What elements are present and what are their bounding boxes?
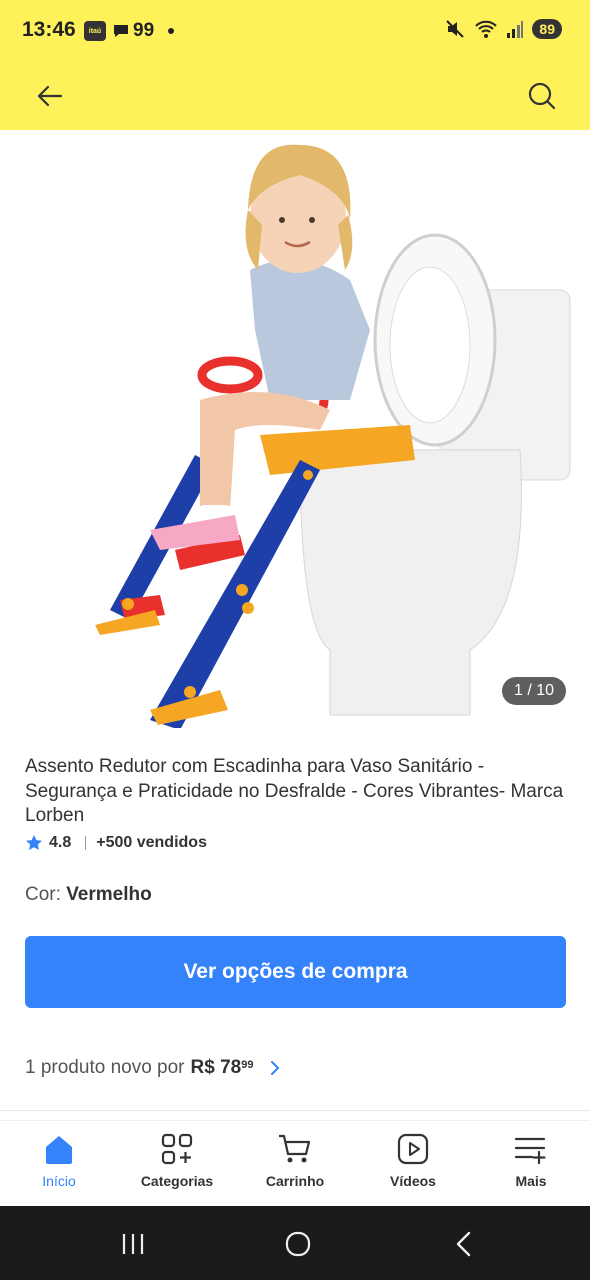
chat-notification: 99	[112, 20, 154, 42]
status-notification-icons: itaú 99	[84, 20, 175, 42]
cart-icon	[279, 1134, 311, 1163]
system-navigation-bar	[0, 1206, 590, 1280]
price-cents: 99	[241, 1059, 254, 1071]
status-bar: 13:46 itaú 99 89	[0, 0, 590, 62]
search-button[interactable]	[522, 76, 562, 116]
wifi-icon	[475, 20, 498, 38]
tab-cart-label: Carrinho	[265, 1173, 325, 1189]
home-button[interactable]	[278, 1228, 318, 1260]
recent-apps-button[interactable]	[113, 1228, 153, 1260]
tab-more-label: Mais	[515, 1173, 547, 1189]
rating-row[interactable]: 4.8 +500 vendidos	[25, 834, 207, 852]
categories-icon	[161, 1133, 193, 1165]
mute-icon	[446, 20, 465, 38]
color-selection: Cor: Vermelho	[25, 884, 152, 906]
home-icon	[46, 1136, 72, 1164]
more-icon	[514, 1137, 546, 1165]
app-bar	[0, 62, 590, 130]
recent-apps-icon	[122, 1234, 144, 1254]
tab-categories[interactable]: Categorias	[118, 1121, 236, 1207]
search-icon	[528, 82, 556, 110]
chat-count: 99	[133, 20, 155, 41]
price-main: R$ 78	[190, 1057, 242, 1078]
chat-bubble-icon	[114, 25, 128, 37]
back-button[interactable]	[30, 76, 70, 116]
status-system-icons: 89	[444, 18, 562, 40]
notification-dot-icon	[168, 28, 175, 34]
product-image	[95, 144, 571, 728]
home-circle-icon	[285, 1231, 311, 1257]
tab-home-label: Início	[42, 1173, 76, 1189]
back-chevron-icon	[456, 1231, 471, 1257]
offer-text: 1 produto novo por	[25, 1057, 185, 1078]
rating-value: 4.8	[49, 834, 72, 851]
image-page-counter: 1 / 10	[501, 677, 566, 705]
tab-cart[interactable]: Carrinho	[236, 1121, 354, 1207]
status-time: 13:46	[22, 18, 76, 41]
star-icon	[26, 835, 42, 850]
system-back-button[interactable]	[444, 1228, 484, 1260]
arrow-left-icon	[37, 85, 63, 107]
offer-price: R$ 7899	[191, 1057, 254, 1079]
product-image-gallery[interactable]: 1 / 10	[0, 130, 590, 728]
color-label: Cor:	[25, 884, 67, 905]
tab-more[interactable]: Mais	[472, 1121, 590, 1207]
tab-videos-label: Vídeos	[390, 1173, 436, 1189]
signal-icon	[507, 21, 524, 38]
section-divider	[0, 1110, 590, 1111]
tab-videos[interactable]: Vídeos	[354, 1121, 472, 1207]
new-product-offer-link[interactable]: 1 produto novo por R$ 7899	[25, 1057, 281, 1079]
rating-separator	[85, 836, 87, 850]
product-title: Assento Redutor com Escadinha para Vaso …	[25, 756, 564, 826]
tab-categories-label: Categorias	[140, 1173, 214, 1189]
tab-home[interactable]: Início	[0, 1121, 118, 1207]
view-purchase-options-button[interactable]: Ver opções de compra	[25, 936, 566, 1008]
battery-indicator: 89	[532, 19, 562, 39]
video-icon	[397, 1133, 429, 1165]
chevron-right-icon	[271, 1061, 280, 1075]
bottom-tab-bar: Início Categorias Carrinho Vídeos Mais	[0, 1120, 590, 1207]
color-value: Vermelho	[66, 884, 152, 905]
sold-count: +500 vendidos	[96, 834, 207, 851]
itau-app-icon: itaú	[84, 21, 106, 41]
